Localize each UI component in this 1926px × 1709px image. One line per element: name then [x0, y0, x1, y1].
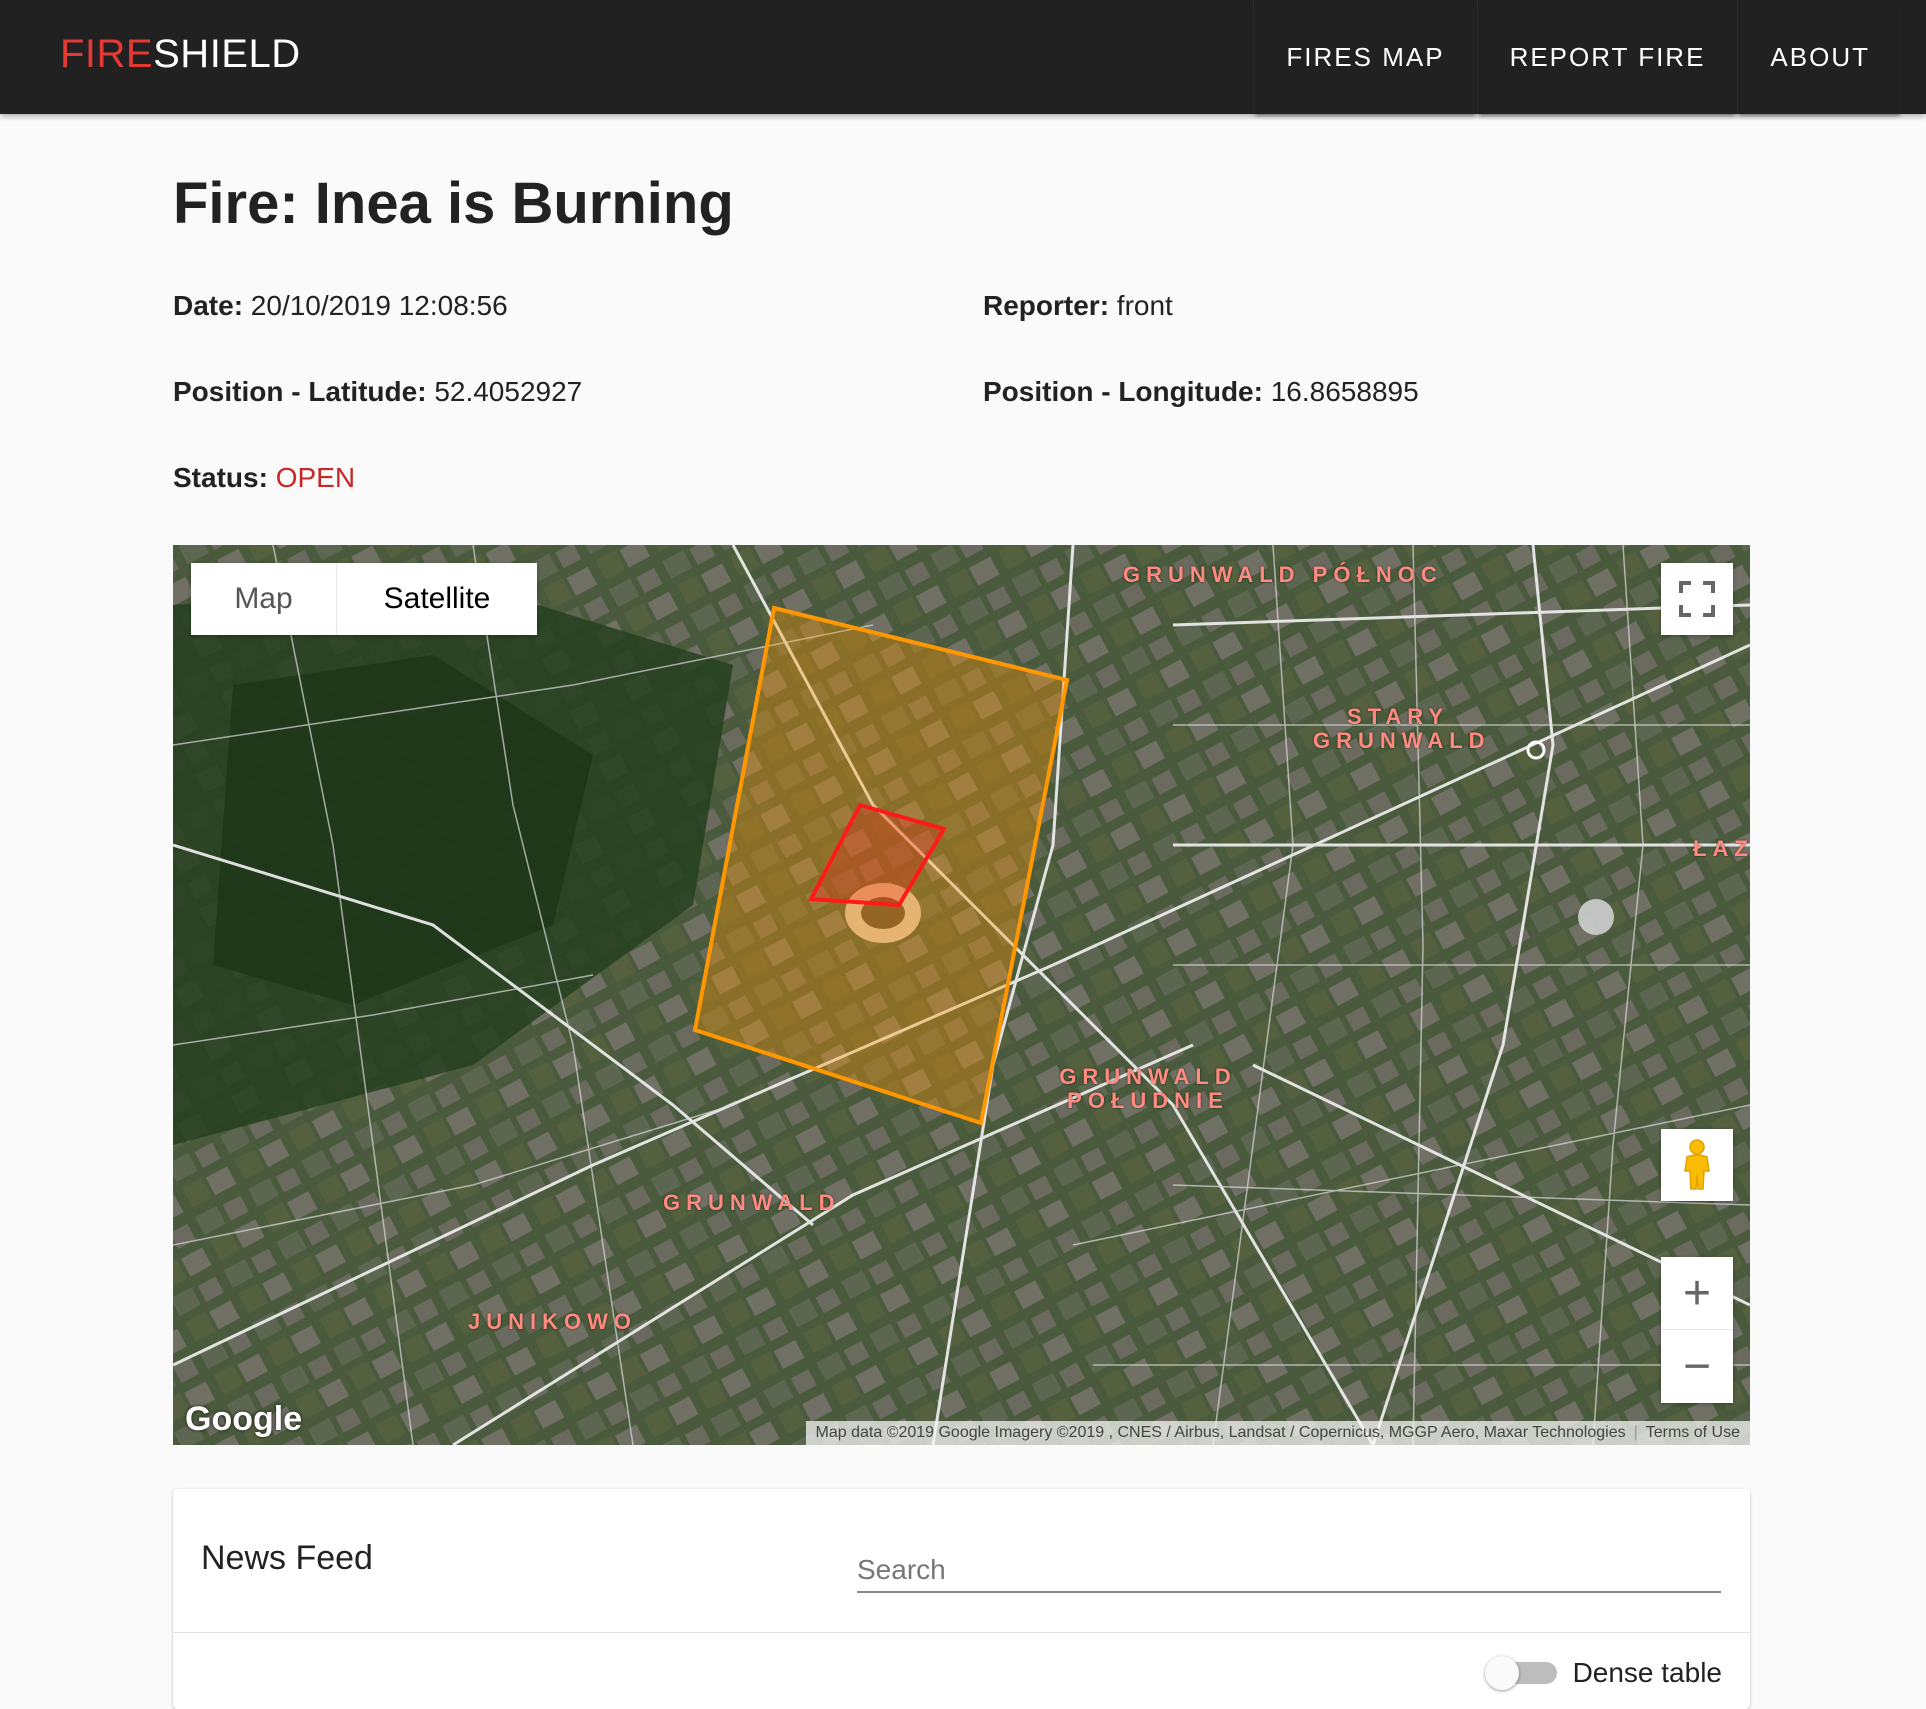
- pegman-icon: [1684, 1139, 1710, 1190]
- district-junikowo: JUNIKOWO: [468, 1309, 637, 1334]
- district-stary-grunwald: STARY GRUNWALD: [1313, 704, 1491, 753]
- latitude-label: Position - Latitude:: [173, 376, 427, 407]
- attribution-text: Map data ©2019 Google Imagery ©2019 , CN…: [815, 1424, 1626, 1441]
- latitude-field: Position - Latitude: 52.4052927: [173, 376, 582, 408]
- page-title: Fire: Inea is Burning: [173, 171, 734, 236]
- longitude-field: Position - Longitude: 16.8658895: [983, 376, 1419, 408]
- status-label: Status:: [173, 462, 268, 493]
- fire-map[interactable]: GRUNWALD PÓŁNOC STARY GRUNWALD ŁAZ GRUNW…: [173, 545, 1750, 1445]
- top-app-bar: FIRESHIELD FIRES MAP REPORT FIRE ABOUT: [0, 0, 1926, 114]
- dense-table-control: Dense table: [1484, 1656, 1722, 1690]
- fullscreen-icon: [1679, 581, 1715, 617]
- main-nav: FIRES MAP REPORT FIRE ABOUT: [1253, 0, 1902, 114]
- district-grunwald-polnoc: GRUNWALD PÓŁNOC: [1123, 562, 1443, 587]
- fullscreen-button[interactable]: [1661, 563, 1733, 635]
- reporter-label: Reporter:: [983, 290, 1110, 321]
- district-grunwald-poludnie: GRUNWALD POŁUDNIE: [1059, 1064, 1237, 1113]
- google-logo: Google: [185, 1400, 303, 1438]
- map-type-map-button[interactable]: Map: [191, 563, 337, 635]
- map-type-satellite-button[interactable]: Satellite: [337, 563, 537, 635]
- reporter-value: front: [1116, 290, 1173, 321]
- brand-logo[interactable]: FIRESHIELD: [60, 32, 301, 77]
- latitude-value: 52.4052927: [434, 376, 583, 407]
- longitude-value: 16.8658895: [1270, 376, 1419, 407]
- street-view-button[interactable]: [1661, 1129, 1733, 1201]
- nav-about[interactable]: ABOUT: [1737, 0, 1902, 114]
- district-grunwald: GRUNWALD: [663, 1190, 841, 1215]
- district-lazarz: ŁAZ: [1693, 836, 1750, 861]
- reporter-field: Reporter: front: [983, 290, 1173, 322]
- date-field: Date: 20/10/2019 12:08:56: [173, 290, 508, 322]
- news-feed-card: News Feed Dense table: [173, 1489, 1750, 1709]
- dense-table-toggle[interactable]: [1484, 1656, 1557, 1690]
- nav-report-fire[interactable]: REPORT FIRE: [1476, 0, 1738, 114]
- status-field: Status: OPEN: [173, 462, 355, 494]
- brand-logo-fire: FIRE: [60, 32, 154, 76]
- map-attribution: Map data ©2019 Google Imagery ©2019 , CN…: [805, 1421, 1750, 1445]
- news-feed-title: News Feed: [201, 1539, 373, 1577]
- map-type-control: Map Satellite: [191, 563, 537, 635]
- dense-table-label: Dense table: [1572, 1657, 1722, 1688]
- attribution-separator: |: [1633, 1424, 1638, 1441]
- date-label: Date:: [173, 290, 244, 321]
- divider: [173, 1632, 1750, 1633]
- zoom-control: + −: [1661, 1257, 1733, 1403]
- terms-of-use-link[interactable]: Terms of Use: [1646, 1424, 1740, 1442]
- nav-fires-map[interactable]: FIRES MAP: [1253, 0, 1476, 114]
- toggle-knob: [1484, 1656, 1519, 1690]
- date-value: 20/10/2019 12:08:56: [250, 290, 508, 321]
- satellite-imagery: [173, 545, 1750, 1445]
- status-badge: OPEN: [275, 462, 356, 493]
- brand-logo-shield: SHIELD: [153, 32, 301, 76]
- search-input[interactable]: [857, 1549, 1721, 1593]
- longitude-label: Position - Longitude:: [983, 376, 1263, 407]
- zoom-in-button[interactable]: +: [1661, 1258, 1733, 1330]
- zoom-out-button[interactable]: −: [1661, 1330, 1733, 1402]
